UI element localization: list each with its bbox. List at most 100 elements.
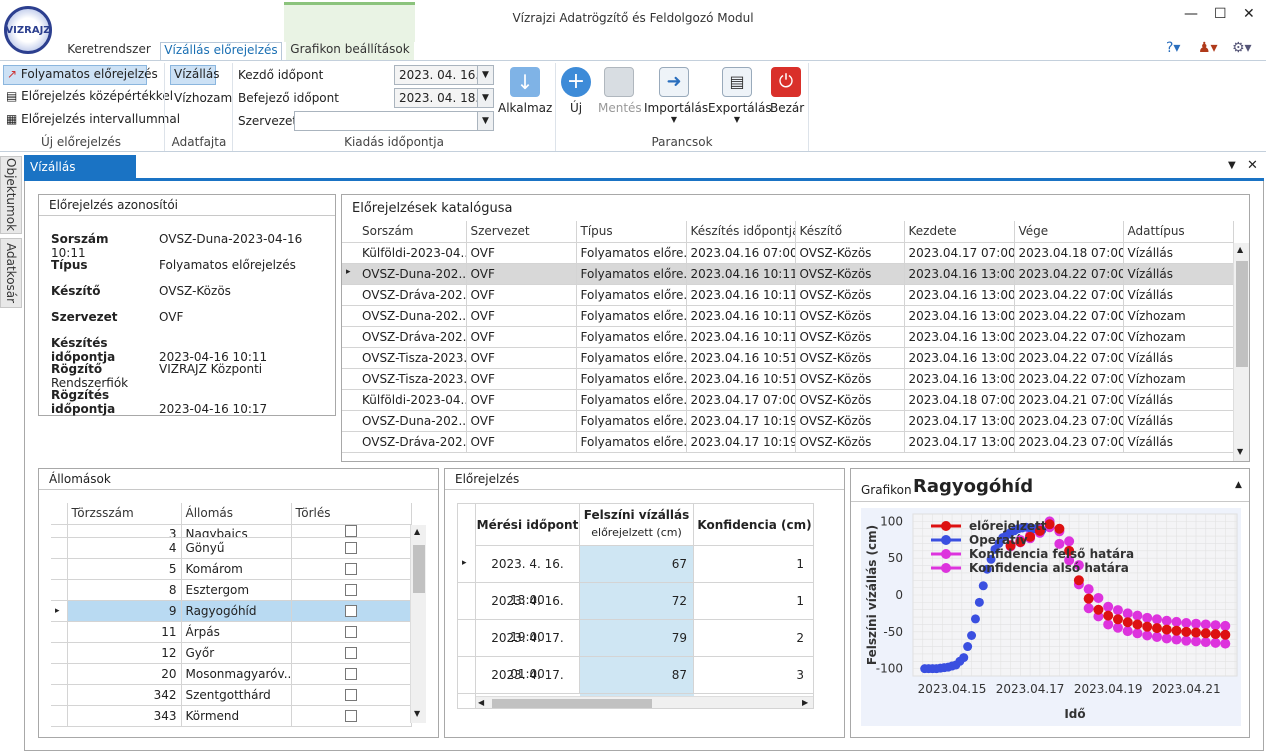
minimize-icon[interactable]: — <box>1184 6 1198 22</box>
table-row[interactable]: 2023. 4. 16. 19:00 72 1 <box>458 583 813 644</box>
col-header[interactable]: Törzsszám <box>67 503 182 525</box>
settings-icon[interactable]: ⚙▾ <box>1232 40 1252 56</box>
side-tab-adatkosar[interactable]: Adatkosár <box>0 238 22 308</box>
close-icon[interactable]: ✕ <box>1243 6 1255 22</box>
list-item[interactable]: 343 Körmend <box>51 705 412 727</box>
folyamatos-elorejelzes-button[interactable]: ↗ Folyamatos előrejelzés <box>3 65 158 85</box>
col-header[interactable]: Állomás <box>181 503 292 525</box>
list-item[interactable]: 342 Szentgotthárd <box>51 684 412 706</box>
torles-checkbox[interactable] <box>345 668 357 680</box>
table-row[interactable]: Külföldi-2023-04... OVF Folyamatos előre..… <box>342 389 1234 411</box>
col-header[interactable]: Adattípus <box>1123 221 1234 243</box>
list-item[interactable]: 3 Nagybajcs <box>51 524 412 538</box>
list-item[interactable]: 4 Gönyű <box>51 537 412 559</box>
table-row[interactable]: ▸ 2023. 4. 16. 13:00 67 1 <box>458 546 813 607</box>
table-row[interactable]: ▸ OVSZ-Duna-202... OVF Folyamatos előre... 2… <box>342 263 1234 285</box>
tab-vizallas-elorejelzes[interactable]: Vízállás előrejelzés <box>160 42 282 61</box>
collapse-icon[interactable]: ▲ <box>1235 480 1242 490</box>
col-header[interactable]: Törlés <box>291 503 412 525</box>
katalogus-scrollbar[interactable]: ▲ ▼ <box>1233 243 1249 461</box>
chevron-down-icon[interactable]: ▼ <box>477 112 493 130</box>
kezdo-date-picker[interactable]: 2023. 04. 16. ▼ <box>394 65 494 85</box>
table-row[interactable]: Külföldi-2023-04... OVF Folyamatos előre..… <box>342 242 1234 264</box>
scroll-right-icon[interactable]: ▶ <box>802 698 808 707</box>
scrollbar-thumb[interactable] <box>492 699 652 708</box>
col-header[interactable]: Készítő <box>795 221 905 243</box>
vizallas-cell[interactable]: 79 <box>580 620 694 656</box>
allomasok-scrollbar[interactable]: ▲ ▼ <box>410 525 426 723</box>
maximize-icon[interactable]: ☐ <box>1214 6 1227 22</box>
col-header-felszini[interactable]: Felszíni vízállás előrejelzett (cm) <box>580 504 694 546</box>
vizhozam-toggle[interactable]: Vízhozam <box>174 91 232 105</box>
tab-grafikon-beallitasok[interactable]: Grafikon beállítások <box>286 42 414 60</box>
side-tab-objektumok[interactable]: Objektumok <box>0 156 22 234</box>
help-icon[interactable]: ?▾ <box>1166 40 1180 56</box>
table-row[interactable]: OVSZ-Dráva-202... OVF Folyamatos előre... 2… <box>342 284 1234 306</box>
list-item[interactable]: 8 Esztergom <box>51 579 412 601</box>
alkalmaz-button[interactable]: ↓ Alkalmaz <box>498 67 552 115</box>
col-header[interactable]: Kezdete <box>904 221 1015 243</box>
table-row[interactable]: OVSZ-Dráva-202... OVF Folyamatos előre... 2… <box>342 431 1234 453</box>
exportalas-button[interactable]: ▤ Exportálás ▼ <box>708 67 772 124</box>
chevron-down-icon[interactable]: ▼ <box>477 89 493 107</box>
table-row[interactable]: OVSZ-Duna-202... OVF Folyamatos előre... 20… <box>342 305 1234 327</box>
scroll-up-icon[interactable]: ▲ <box>1237 245 1243 254</box>
torles-checkbox[interactable] <box>345 710 357 722</box>
col-header[interactable]: Vége <box>1014 221 1124 243</box>
chevron-down-icon[interactable]: ▼ <box>1228 160 1236 171</box>
chevron-down-icon[interactable]: ▼ <box>477 66 493 84</box>
mentes-button[interactable]: Mentés <box>598 67 642 115</box>
scrollbar-thumb[interactable] <box>413 545 425 593</box>
torles-checkbox[interactable] <box>345 689 357 701</box>
importalas-button[interactable]: ➜ Importálás ▼ <box>644 67 708 124</box>
befejezo-date-picker[interactable]: 2023. 04. 18. ▼ <box>394 88 494 108</box>
col-header[interactable]: Sorszám <box>342 221 467 243</box>
list-item[interactable]: 5 Komárom <box>51 558 412 580</box>
table-row[interactable]: OVSZ-Tisza-2023... OVF Folyamatos előre...… <box>342 347 1234 369</box>
scroll-down-icon[interactable]: ▼ <box>414 709 420 718</box>
torles-checkbox[interactable] <box>345 524 357 536</box>
konfidencia-cell[interactable]: 3 <box>694 657 808 693</box>
vizallas-cell[interactable]: 87 <box>580 657 694 693</box>
konfidencia-cell[interactable]: 1 <box>694 583 808 619</box>
document-tab[interactable]: Vízállás előrejelzés <box>24 155 136 198</box>
col-header[interactable]: Készítés időpontja <box>686 221 796 243</box>
list-item[interactable]: ▸ 9 Ragyogóhíd <box>51 600 412 622</box>
torles-checkbox[interactable] <box>345 647 357 659</box>
kozepertek-button[interactable]: ▤ Előrejelzés középértékkel <box>6 89 173 103</box>
list-item[interactable]: 11 Árpás <box>51 621 412 643</box>
table-row[interactable]: OVSZ-Duna-202... OVF Folyamatos előre... 20… <box>342 410 1234 432</box>
uj-button[interactable]: + Új <box>560 67 592 115</box>
torles-checkbox[interactable] <box>345 584 357 596</box>
tab-keretrendszer[interactable]: Keretrendszer <box>64 42 154 60</box>
col-header[interactable]: Mérési időpont <box>476 504 580 546</box>
user-icon[interactable]: ♟▾ <box>1198 40 1218 56</box>
col-header[interactable]: Típus <box>576 221 687 243</box>
torles-checkbox[interactable] <box>345 605 357 617</box>
vizallas-cell[interactable]: 67 <box>580 546 694 582</box>
torles-checkbox[interactable] <box>345 563 357 575</box>
torles-checkbox[interactable] <box>345 626 357 638</box>
scroll-up-icon[interactable]: ▲ <box>414 527 420 536</box>
intervallum-button[interactable]: ▦ Előrejelzés intervallummal <box>6 112 180 126</box>
close-tab-icon[interactable]: ✕ <box>1247 158 1258 173</box>
szervezet-select[interactable]: ▼ <box>294 111 494 131</box>
vizallas-toggle[interactable]: Vízállás <box>170 65 219 85</box>
col-header[interactable]: Konfidencia (cm) <box>694 504 813 546</box>
table-row[interactable]: OVSZ-Dráva-202... OVF Folyamatos előre... 2… <box>342 326 1234 348</box>
torles-checkbox[interactable] <box>345 542 357 554</box>
col-header[interactable]: Szervezet <box>466 221 577 243</box>
vizallas-cell[interactable]: 72 <box>580 583 694 619</box>
konfidencia-cell[interactable]: 1 <box>694 546 808 582</box>
bezar-button[interactable]: ⏻ Bezár <box>770 67 804 115</box>
scroll-down-icon[interactable]: ▼ <box>1237 447 1243 456</box>
table-row[interactable]: 2023. 4. 17. 01:00 79 2 <box>458 620 813 681</box>
scrollbar-thumb[interactable] <box>1236 261 1248 367</box>
elorejelzes-hscrollbar[interactable]: ◀ ▶ <box>476 696 813 708</box>
konfidencia-cell[interactable]: 2 <box>694 620 808 656</box>
list-item[interactable]: 12 Győr <box>51 642 412 664</box>
scroll-left-icon[interactable]: ◀ <box>478 698 484 707</box>
list-item[interactable]: 20 Mosonmagyaróv... <box>51 663 412 685</box>
table-row[interactable]: 2023. 4. 17. 07:00873 <box>458 657 813 708</box>
table-row[interactable]: OVSZ-Tisza-2023... OVF Folyamatos előre...… <box>342 368 1234 390</box>
